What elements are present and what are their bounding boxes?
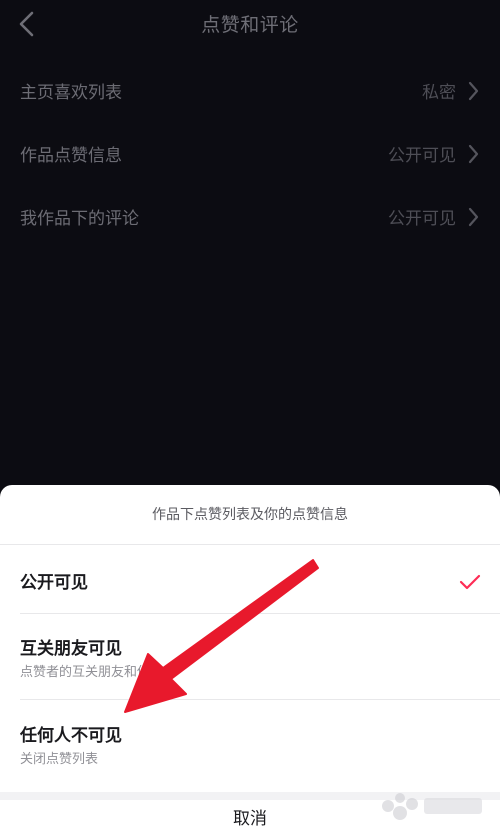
option-subtitle: 点赞者的互关朋友和你可见 <box>20 665 177 680</box>
setting-label: 我作品下的评论 <box>20 209 139 229</box>
option-label: 互关朋友可见 <box>20 639 122 659</box>
top-nav-bar: 点赞和评论 <box>0 0 500 50</box>
chevron-right-icon <box>468 81 479 101</box>
option-subtitle: 关闭点赞列表 <box>20 752 99 767</box>
option-public[interactable]: 公开可见 <box>0 545 500 613</box>
setting-row-comments[interactable]: 我作品下的评论 公开可见 <box>0 193 500 243</box>
watermark-logo <box>382 793 482 820</box>
setting-row-liked-list[interactable]: 主页喜欢列表 私密 <box>0 67 500 117</box>
sheet-title: 作品下点赞列表及你的点赞信息 <box>152 507 348 523</box>
setting-label: 主页喜欢列表 <box>20 83 122 103</box>
setting-value: 公开可见 <box>388 146 456 166</box>
page-title: 点赞和评论 <box>201 14 299 36</box>
checkmark-icon <box>459 574 481 590</box>
option-mutual-friends[interactable]: 互关朋友可见 点赞者的互关朋友和你可见 <box>0 614 500 699</box>
chevron-right-icon <box>468 144 479 164</box>
setting-label: 作品点赞信息 <box>20 146 122 166</box>
option-nobody[interactable]: 任何人不可见 关闭点赞列表 <box>0 700 500 792</box>
setting-row-like-info[interactable]: 作品点赞信息 公开可见 <box>0 130 500 180</box>
setting-value: 公开可见 <box>388 209 456 229</box>
option-label: 公开可见 <box>20 573 88 593</box>
option-label: 任何人不可见 <box>20 726 122 746</box>
setting-value: 私密 <box>422 83 456 103</box>
chevron-right-icon <box>468 207 479 227</box>
